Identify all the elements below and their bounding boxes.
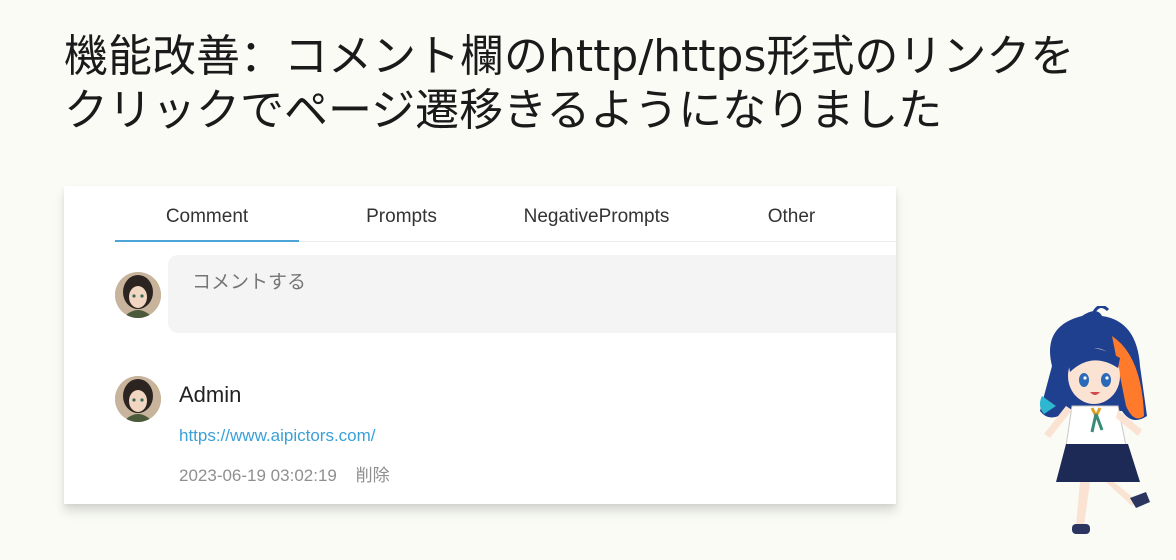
comment-panel: Comment Prompts NegativePrompts Other コメ… [64,186,896,504]
comment-author-name: Admin [179,382,242,407]
tab-bar: Comment Prompts NegativePrompts Other [114,186,896,242]
announcement-headline: 機能改善：コメント欄のhttp/https形式のリンクを クリックでページ遷移き… [64,30,1144,138]
comment-author-avatar [115,376,161,422]
delete-comment-button[interactable]: 削除 [356,466,390,486]
headline-line-1: 機能改善：コメント欄のhttp/https形式のリンクを [64,31,1075,82]
comment-timestamp: 2023-06-19 03:02:19 [179,466,337,485]
avatar-image-icon [115,272,161,318]
avatar-image-icon [115,376,161,422]
comment-input[interactable] [168,255,896,333]
tab-prompts[interactable]: Prompts [314,206,489,242]
mascot-illustration-icon [1039,306,1150,534]
headline-line-2: クリックでページ遷移きるようになりました [64,85,943,136]
tab-negative-prompts[interactable]: NegativePrompts [514,206,679,242]
current-user-avatar [115,272,161,318]
tab-comment[interactable]: Comment [115,206,299,242]
page: 機能改善：コメント欄のhttp/https形式のリンクを クリックでページ遷移き… [0,0,1176,560]
comment-link[interactable]: https://www.aipictors.com/ [179,426,376,446]
comment-meta: 2023-06-19 03:02:19 削除 [179,461,390,486]
tab-other[interactable]: Other [754,206,829,242]
